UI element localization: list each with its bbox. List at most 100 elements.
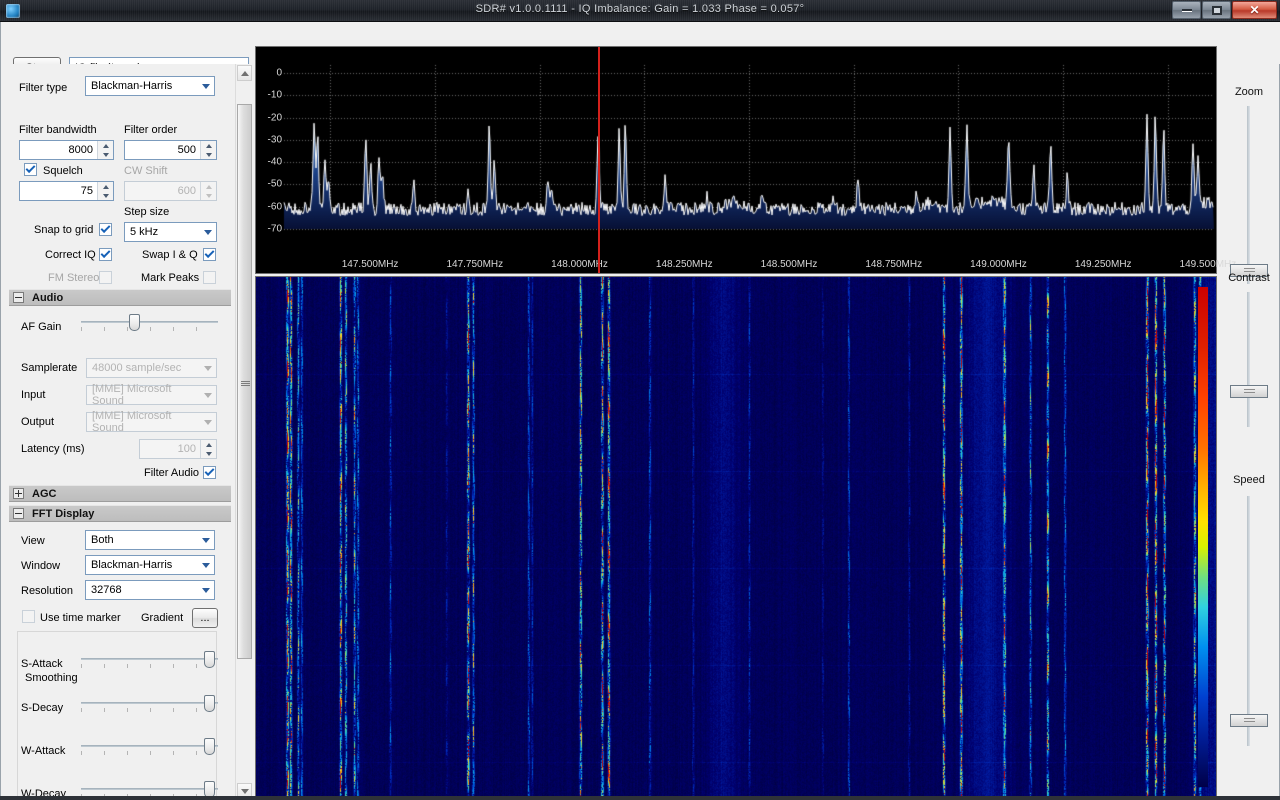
zoom-slider[interactable] (1230, 106, 1268, 284)
slider-thumb[interactable] (1230, 714, 1268, 728)
filter-order-value: 500 (177, 144, 196, 156)
filter-audio-checkbox[interactable] (203, 466, 216, 479)
slider-track (1247, 496, 1250, 746)
frequency-tick-label: 147.750MHz (446, 259, 504, 270)
correct-iq-label: Correct IQ (45, 249, 96, 261)
s-decay-label: S-Decay (21, 702, 64, 714)
filter-type-dropdown[interactable]: Blackman-Harris (85, 76, 215, 96)
use-time-marker-label: Use time marker (40, 612, 121, 624)
s-decay-slider[interactable] (81, 694, 218, 712)
close-icon: ✕ (1249, 3, 1260, 17)
contrast-slider[interactable] (1230, 292, 1268, 427)
output-value: [MME] Microsoft Sound (92, 410, 172, 434)
fft-display-section-title: FFT Display (32, 507, 95, 520)
use-time-marker-checkbox[interactable] (22, 610, 35, 623)
samplerate-label: Samplerate (21, 362, 78, 374)
client-area: Stop IQ file (*.wav) Select VFO 0.148.14… (0, 22, 1280, 800)
waterfall-color-scale (1198, 287, 1208, 787)
samplerate-dropdown[interactable]: 48000 sample/sec (86, 358, 217, 378)
swap-iq-checkbox[interactable] (203, 248, 216, 261)
cw-shift-input[interactable]: 600 (124, 181, 217, 201)
view-dropdown[interactable]: Both (85, 530, 215, 550)
waterfall-display[interactable] (255, 276, 1217, 800)
input-value: [MME] Microsoft Sound (92, 383, 172, 407)
filter-order-stepper[interactable] (200, 141, 216, 159)
w-attack-slider[interactable] (81, 737, 218, 755)
sdr-sharp-window: SDR# v1.0.0.1111 - IQ Imbalance: Gain = … (0, 0, 1280, 800)
speed-control-group: Speed (1219, 462, 1279, 752)
frequency-tick-label: 148.250MHz (655, 259, 713, 270)
chevron-down-icon (199, 359, 216, 377)
snap-to-grid-checkbox[interactable] (99, 223, 112, 236)
speed-label: Speed (1233, 474, 1265, 486)
audio-section-header[interactable]: Audio (9, 289, 231, 306)
chevron-down-icon (197, 581, 214, 599)
slider-ticks (81, 664, 218, 668)
contrast-label: Contrast (1228, 272, 1270, 284)
latency-label: Latency (ms) (21, 443, 85, 455)
maximize-button[interactable] (1202, 1, 1231, 19)
collapse-icon (13, 292, 24, 303)
samplerate-value: 48000 sample/sec (92, 362, 182, 374)
filter-bandwidth-label: Filter bandwidth (19, 124, 97, 136)
audio-section-title: Audio (32, 291, 64, 304)
squelch-checkbox[interactable] (24, 163, 37, 176)
mark-peaks-checkbox[interactable] (203, 271, 216, 284)
output-dropdown[interactable]: [MME] Microsoft Sound (86, 410, 217, 434)
speed-slider[interactable] (1230, 496, 1268, 746)
window-dropdown[interactable]: Blackman-Harris (85, 555, 215, 575)
filter-bandwidth-stepper[interactable] (97, 141, 113, 159)
spectrum-canvas (256, 47, 1216, 273)
frequency-tick-label: 147.500MHz (341, 259, 399, 270)
agc-section-title: AGC (32, 487, 57, 500)
zoom-control-group: Zoom (1219, 62, 1279, 284)
slider-thumb[interactable] (1230, 384, 1268, 398)
left-control-panel: Filter type Blackman-Harris Filter bandw… (1, 64, 253, 800)
resolution-dropdown[interactable]: 32768 (85, 580, 215, 600)
filter-order-label: Filter order (124, 124, 178, 136)
slider-track (81, 658, 218, 660)
bottom-edge (0, 796, 1280, 800)
window-label: Window (21, 560, 61, 572)
latency-input[interactable]: 100 (139, 439, 217, 459)
squelch-stepper[interactable] (97, 182, 113, 200)
db-tick-label: -70 (267, 223, 282, 235)
panel-scrollbar[interactable] (235, 64, 252, 800)
resolution-label: Resolution (21, 585, 73, 597)
gradient-button[interactable]: ... (192, 608, 218, 628)
expand-icon (13, 488, 24, 499)
fft-display-section-header[interactable]: FFT Display (9, 505, 231, 522)
close-button[interactable]: ✕ (1232, 1, 1277, 19)
minimize-button[interactable] (1172, 1, 1201, 19)
filter-bandwidth-value: 8000 (68, 144, 93, 156)
filter-order-input[interactable]: 500 (124, 140, 217, 160)
af-gain-label: AF Gain (21, 321, 62, 333)
chevron-down-icon (199, 413, 216, 431)
filter-bandwidth-input[interactable]: 8000 (19, 140, 114, 160)
latency-stepper[interactable] (200, 440, 216, 458)
correct-iq-checkbox[interactable] (99, 248, 112, 261)
frequency-tick-label: 148.750MHz (865, 259, 923, 270)
scroll-up-button[interactable] (237, 65, 252, 81)
chevron-up-icon (240, 70, 249, 76)
contrast-control-group: Contrast (1219, 272, 1279, 432)
step-size-dropdown[interactable]: 5 kHz (124, 222, 217, 242)
grip-icon (241, 381, 250, 386)
slider-track (81, 745, 218, 747)
smoothing-label: Smoothing (23, 672, 80, 684)
vfo-cursor-line[interactable] (598, 47, 600, 273)
spectrum-display[interactable]: 0 -10 -20 -30 -40 -50 -60 -70 147.500MHz 147.750… (255, 46, 1236, 274)
cw-shift-stepper[interactable] (200, 182, 216, 200)
s-attack-slider[interactable] (81, 650, 218, 668)
step-size-value: 5 kHz (130, 226, 159, 238)
fm-stereo-checkbox[interactable] (99, 271, 112, 284)
panel-scroll-thumb[interactable] (237, 104, 252, 659)
af-gain-slider[interactable] (81, 313, 218, 331)
input-dropdown[interactable]: [MME] Microsoft Sound (86, 383, 217, 407)
squelch-input[interactable]: 75 (19, 181, 114, 201)
collapse-icon (13, 508, 24, 519)
s-attack-label: S-Attack (21, 658, 63, 670)
frequency-tick-label: 148.500MHz (760, 259, 818, 270)
agc-section-header[interactable]: AGC (9, 485, 231, 502)
latency-value: 100 (177, 443, 196, 455)
